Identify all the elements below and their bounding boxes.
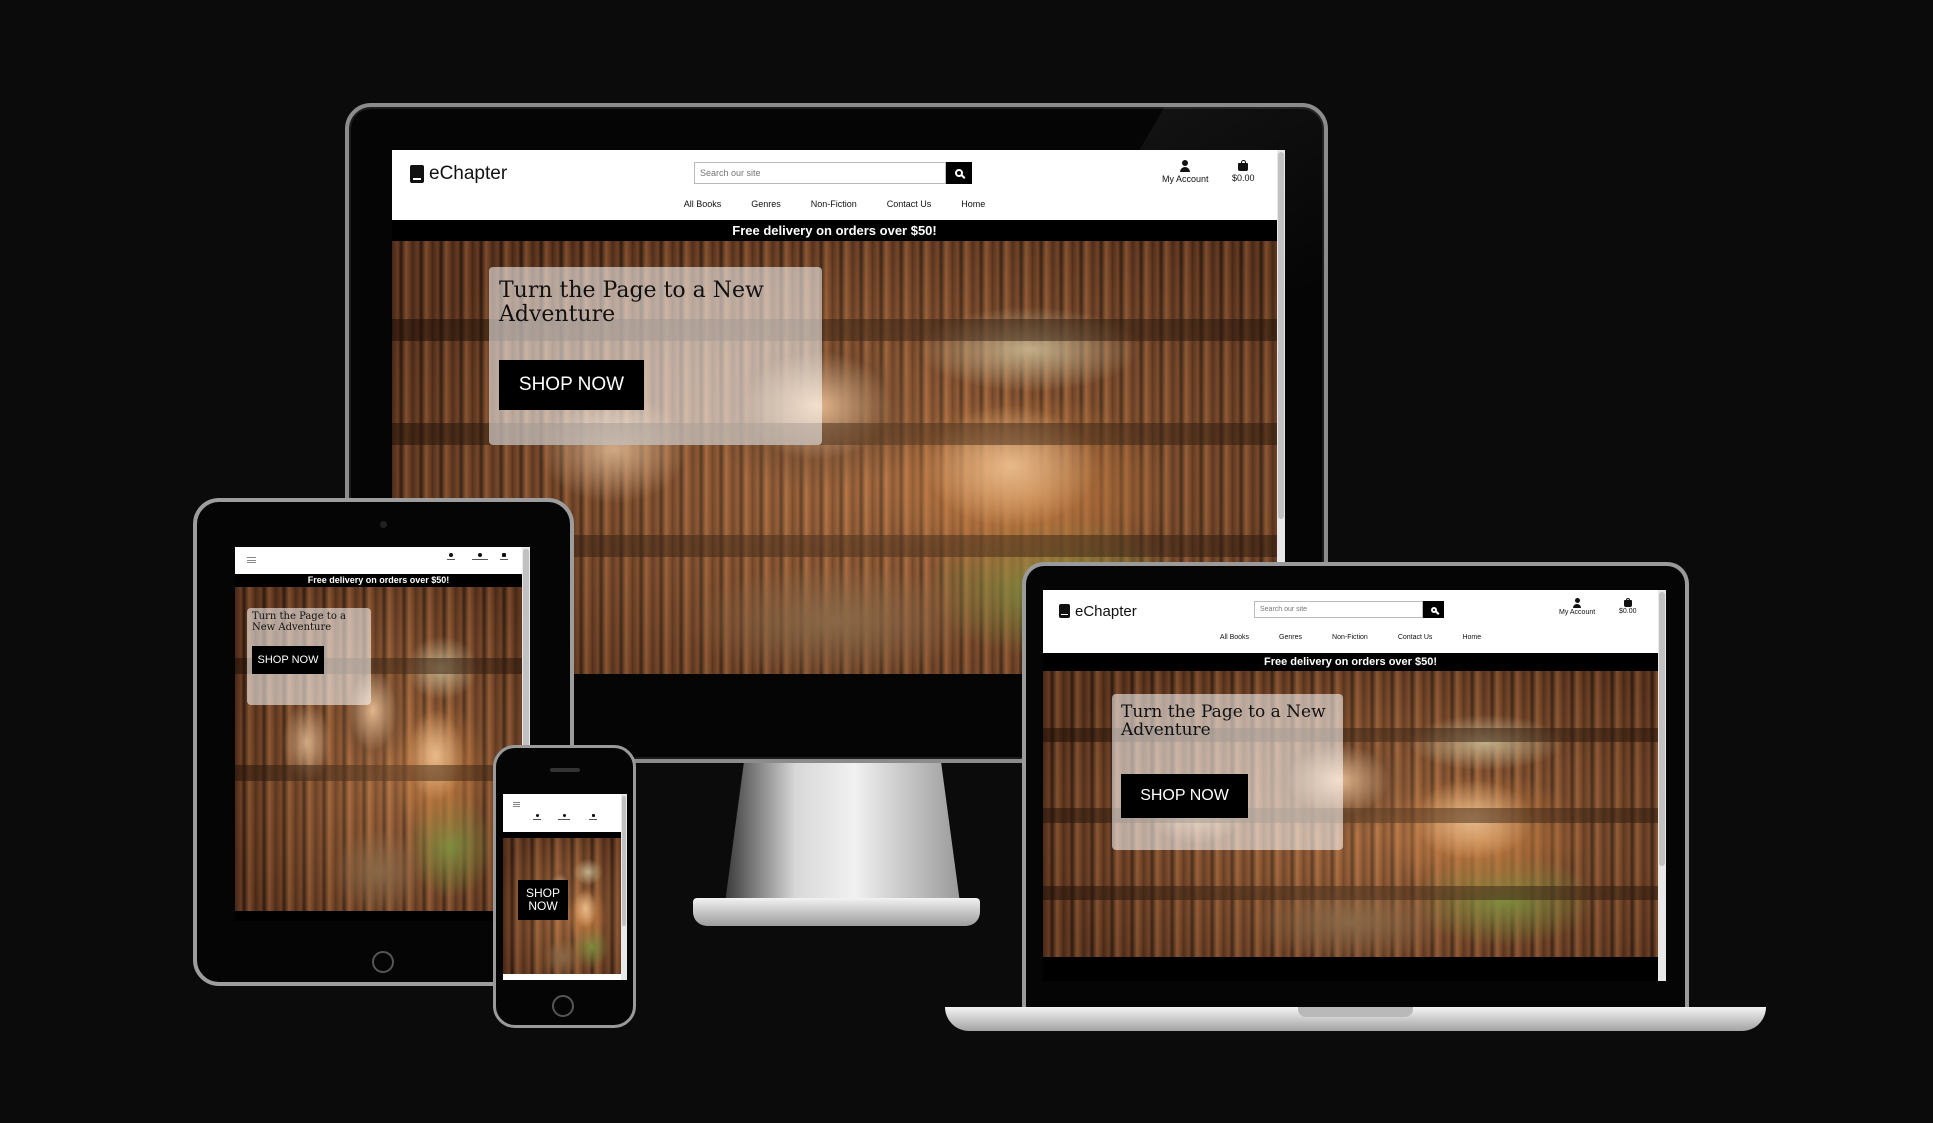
laptop-account-icon: [1573, 598, 1582, 608]
shop-now-button[interactable]: SHOP NOW: [499, 360, 644, 410]
laptop-account-label: My Account: [1559, 609, 1596, 616]
phone-cart-icon[interactable]: [589, 814, 597, 820]
phone-hero-image: SHOP NOW: [503, 838, 621, 974]
laptop-cart-total: $0.00: [1619, 608, 1637, 615]
laptop-brand-logo[interactable]: eChapter: [1059, 601, 1137, 621]
nav-genres[interactable]: Genres: [751, 199, 781, 209]
laptop-delivery-banner: Free delivery on orders over $50!: [1043, 653, 1658, 671]
laptop-nav-contact-us[interactable]: Contact Us: [1398, 634, 1433, 641]
tablet-delivery-banner: Free delivery on orders over $50!: [235, 574, 522, 587]
laptop-nav-home[interactable]: Home: [1462, 634, 1481, 641]
laptop-notch: [1298, 1007, 1413, 1017]
hero-title: Turn the Page to a New Adventure: [499, 278, 764, 327]
laptop-hero-title: Turn the Page to a New Adventure: [1121, 702, 1326, 741]
laptop-cart-link[interactable]: $0.00: [1619, 597, 1637, 615]
tablet-home-button[interactable]: [372, 951, 394, 973]
tablet-hero-card: Turn the Page to a New Adventure SHOP NO…: [247, 608, 371, 705]
laptop-brand-name: eChapter: [1075, 602, 1137, 620]
nav-all-books[interactable]: All Books: [684, 199, 722, 209]
search-input[interactable]: [694, 162, 946, 184]
tablet-hero-image: Turn the Page to a New Adventure SHOP NO…: [235, 587, 522, 911]
phone-shop-label: SHOP NOW: [525, 885, 560, 913]
laptop-hero-image: Turn the Page to a New Adventure SHOP NO…: [1043, 671, 1658, 957]
cart-total: $0.00: [1232, 173, 1255, 183]
account-icon: [1180, 160, 1191, 172]
phone-account-icon[interactable]: [558, 814, 570, 820]
delivery-banner: Free delivery on orders over $50!: [392, 220, 1277, 241]
laptop-search-input[interactable]: [1254, 601, 1423, 618]
laptop-search-button[interactable]: [1423, 601, 1444, 618]
laptop-header: eChapter My Account $0.00 All Books Genr…: [1043, 590, 1666, 653]
hero-card: Turn the Page to a New Adventure SHOP NO…: [489, 267, 822, 445]
nav-non-fiction[interactable]: Non-Fiction: [811, 199, 857, 209]
account-link[interactable]: My Account: [1162, 160, 1209, 184]
tablet-cart-icon[interactable]: [500, 553, 508, 560]
nav-contact-us[interactable]: Contact Us: [887, 199, 932, 209]
laptop-book-icon: [1059, 604, 1070, 618]
laptop-account-link[interactable]: My Account: [1559, 598, 1595, 616]
nav-home[interactable]: Home: [961, 199, 985, 209]
account-label: My Account: [1162, 174, 1209, 184]
shopping-bag-icon: [1238, 160, 1249, 171]
monitor-base: [693, 898, 980, 926]
laptop-scrollbar[interactable]: [1658, 590, 1666, 981]
phone-header: [503, 794, 627, 832]
tablet-shop-now-button[interactable]: SHOP NOW: [252, 646, 324, 674]
laptop-nav-non-fiction[interactable]: Non-Fiction: [1332, 634, 1368, 641]
tablet-hero-title: Turn the Page to a New Adventure: [252, 611, 346, 633]
tablet-screen: Free delivery on orders over $50! Turn t…: [235, 547, 530, 921]
brand-name: eChapter: [429, 163, 508, 184]
phone-speaker: [550, 768, 580, 772]
phone-home-button[interactable]: [552, 995, 574, 1017]
tablet-camera: [380, 521, 387, 528]
laptop-shop-now-button[interactable]: SHOP NOW: [1121, 774, 1248, 818]
brand-logo[interactable]: eChapter: [410, 162, 507, 186]
site-header: eChapter My Account $0.00 All Books Genr…: [392, 150, 1285, 220]
laptop-search-icon: [1430, 606, 1437, 613]
phone-scrollbar[interactable]: [621, 794, 627, 980]
laptop-search-bar: [1254, 601, 1444, 618]
tablet-account-icon[interactable]: [472, 553, 488, 560]
tablet-search-icon[interactable]: [447, 553, 455, 560]
tablet-header: [235, 547, 530, 574]
search-icon: [955, 169, 963, 177]
laptop-main-nav: All Books Genres Non-Fiction Contact Us …: [1043, 634, 1658, 641]
laptop-nav-genres[interactable]: Genres: [1279, 634, 1302, 641]
phone-hamburger-icon[interactable]: [513, 802, 520, 807]
laptop-shopping-bag-icon: [1623, 597, 1632, 607]
laptop-nav-all-books[interactable]: All Books: [1220, 634, 1249, 641]
phone-screen: SHOP NOW: [503, 794, 627, 980]
search-button[interactable]: [946, 162, 972, 184]
main-nav: All Books Genres Non-Fiction Contact Us …: [392, 199, 1277, 209]
monitor-stand: [725, 763, 960, 903]
laptop-hero-card: Turn the Page to a New Adventure SHOP NO…: [1112, 694, 1343, 850]
phone-search-icon[interactable]: [533, 814, 541, 820]
phone-shop-now-button[interactable]: SHOP NOW: [518, 880, 568, 920]
search-bar: [694, 162, 972, 184]
cart-link[interactable]: $0.00: [1232, 160, 1255, 183]
hamburger-icon[interactable]: [247, 557, 256, 563]
laptop-screen: eChapter My Account $0.00 All Books Genr…: [1043, 590, 1666, 981]
book-icon: [410, 165, 424, 183]
